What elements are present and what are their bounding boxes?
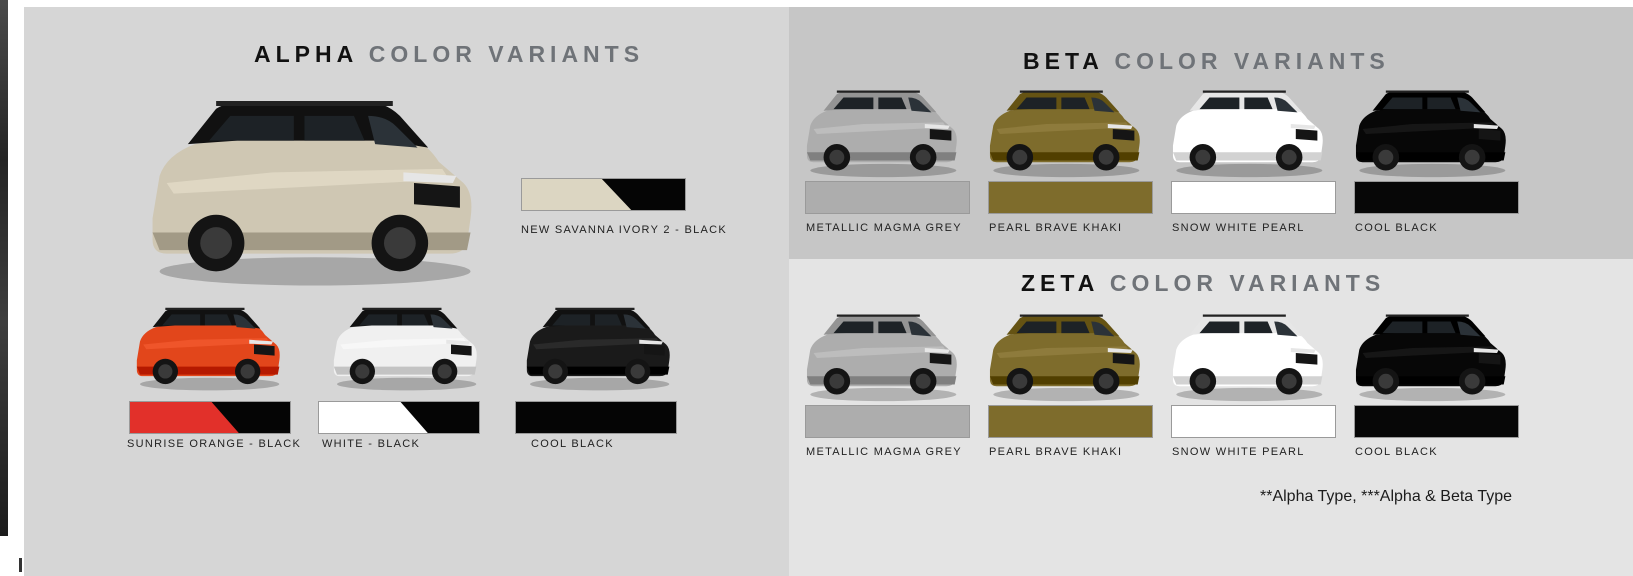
car-wheel-rear-rim <box>829 373 845 389</box>
alpha-heading-rest: COLOR VARIANTS <box>368 41 645 67</box>
car-wheel-front-rim <box>1464 149 1480 165</box>
label-zeta-pearl-brave-khaki: PEARL BRAVE KHAKI <box>989 446 1123 458</box>
swatch-zeta-metallic-magma-grey[interactable] <box>805 405 970 438</box>
car-image-beta-metallic-magma-grey <box>806 90 957 178</box>
car-grille <box>929 129 952 141</box>
car-image-alpha-orange-black <box>136 307 280 391</box>
zeta-heading: ZETA COLOR VARIANTS <box>1021 270 1385 297</box>
swatch-black-part <box>516 402 676 433</box>
car-grille <box>1112 353 1135 365</box>
car-window-mid <box>304 115 365 141</box>
car-image-beta-snow-white-pearl <box>1172 90 1323 178</box>
adjacent-page-edge <box>0 0 8 536</box>
car-image-zeta-cool-black <box>1355 314 1506 402</box>
label-beta-pearl-brave-khaki: PEARL BRAVE KHAKI <box>989 222 1123 234</box>
car-wheel-front-rim <box>915 373 931 389</box>
beta-heading-lead: BETA <box>1023 48 1104 74</box>
beta-heading-rest: COLOR VARIANTS <box>1114 48 1390 74</box>
car-wheel-rear-rim <box>200 227 233 259</box>
swatch-zeta-cool-black[interactable] <box>1354 405 1519 438</box>
swatch-alpha-white-black[interactable] <box>318 401 480 434</box>
car-wheel-rear-rim <box>548 364 563 379</box>
car-wheel-front-rim <box>240 364 255 379</box>
car-image-alpha-white-black <box>333 307 477 391</box>
swatch-alpha-ivory-black[interactable] <box>521 178 686 211</box>
page-mark <box>19 558 22 572</box>
label-beta-snow-white-pearl: SNOW WHITE PEARL <box>1172 222 1305 234</box>
car-grille <box>414 183 460 208</box>
car-image-beta-pearl-brave-khaki <box>989 90 1140 178</box>
car-wheel-front-rim <box>915 149 931 165</box>
label-alpha-orange-black: SUNRISE ORANGE - BLACK <box>127 438 302 450</box>
label-zeta-cool-black: COOL BLACK <box>1355 446 1438 458</box>
car-wheel-rear-rim <box>1012 373 1028 389</box>
car-wheel-front-rim <box>383 227 416 259</box>
car-grille <box>644 344 665 356</box>
car-wheel-front-rim <box>1098 149 1114 165</box>
car-window-mid <box>878 321 907 334</box>
swatch-beta-pearl-brave-khaki[interactable] <box>988 181 1153 214</box>
label-beta-metallic-magma-grey: METALLIC MAGMA GREY <box>806 222 962 234</box>
car-wheel-rear-rim <box>1195 373 1211 389</box>
car-image-alpha-ivory-black <box>152 101 472 286</box>
car-wheel-front-rim <box>1464 373 1480 389</box>
car-grille <box>1295 129 1318 141</box>
label-alpha-cool-black: COOL BLACK <box>531 438 614 450</box>
car-wheel-rear-rim <box>1195 149 1211 165</box>
swatch-alpha-orange-black[interactable] <box>129 401 291 434</box>
swatch-beta-snow-white-pearl[interactable] <box>1171 181 1336 214</box>
alpha-heading-lead: ALPHA <box>254 41 358 67</box>
label-zeta-metallic-magma-grey: METALLIC MAGMA GREY <box>806 446 962 458</box>
zeta-heading-lead: ZETA <box>1021 270 1099 296</box>
zeta-heading-rest: COLOR VARIANTS <box>1109 270 1386 296</box>
car-wheel-rear-rim <box>158 364 173 379</box>
car-grille <box>451 344 472 356</box>
swatch-zeta-pearl-brave-khaki[interactable] <box>988 405 1153 438</box>
swatch-beta-cool-black[interactable] <box>1354 181 1519 214</box>
car-wheel-front-rim <box>1281 149 1297 165</box>
car-image-zeta-pearl-brave-khaki <box>989 314 1140 402</box>
label-zeta-snow-white-pearl: SNOW WHITE PEARL <box>1172 446 1305 458</box>
swatch-alpha-cool-black[interactable] <box>515 401 677 434</box>
car-wheel-rear-rim <box>1012 149 1028 165</box>
footnote: **Alpha Type, ***Alpha & Beta Type <box>1260 488 1513 505</box>
car-grille <box>1478 353 1501 365</box>
car-wheel-front-rim <box>1098 373 1114 389</box>
car-wheel-rear-rim <box>355 364 370 379</box>
alpha-heading: ALPHA COLOR VARIANTS <box>254 41 644 68</box>
car-wheel-rear-rim <box>829 149 845 165</box>
car-image-zeta-snow-white-pearl <box>1172 314 1323 402</box>
car-wheel-front-rim <box>1281 373 1297 389</box>
car-image-beta-cool-black <box>1355 90 1506 178</box>
zeta-panel: ZETA COLOR VARIANTS **Alpha Type, ***Alp… <box>789 259 1633 576</box>
beta-panel: BETA COLOR VARIANTS METALLIC MAGMA GREY P… <box>789 7 1633 259</box>
car-grille <box>1295 353 1318 365</box>
car-window-mid <box>878 97 907 110</box>
car-wheel-front-rim <box>437 364 452 379</box>
car-grille <box>254 344 275 356</box>
car-grille <box>1112 129 1135 141</box>
car-wheel-rear-rim <box>1378 149 1394 165</box>
car-wheel-front-rim <box>630 364 645 379</box>
car-grille <box>929 353 952 365</box>
label-alpha-white-black: WHITE - BLACK <box>322 438 421 450</box>
swatch-beta-metallic-magma-grey[interactable] <box>805 181 970 214</box>
car-image-alpha-cool-black <box>526 307 670 391</box>
car-wheel-rear-rim <box>1378 373 1394 389</box>
label-alpha-ivory-black: NEW SAVANNA IVORY 2 - BLACK <box>521 224 728 236</box>
alpha-panel: ALPHA COLOR VARIANTS NEW SAVANNA IVORY 2… <box>24 7 789 576</box>
label-beta-cool-black: COOL BLACK <box>1355 222 1438 234</box>
beta-heading: BETA COLOR VARIANTS <box>1023 48 1390 75</box>
swatch-zeta-snow-white-pearl[interactable] <box>1171 405 1336 438</box>
car-grille <box>1478 129 1501 141</box>
car-image-zeta-metallic-magma-grey <box>806 314 957 402</box>
